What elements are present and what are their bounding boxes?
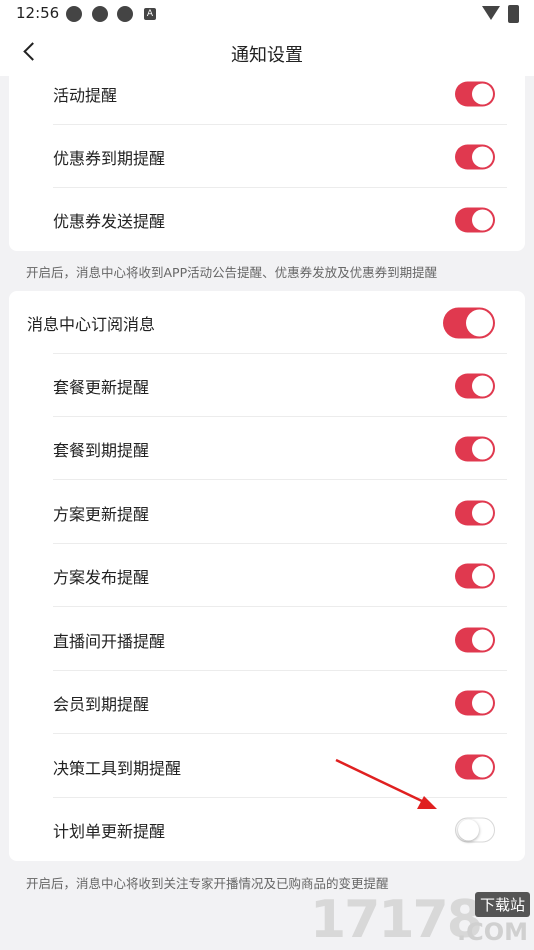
toggle-switch[interactable] — [455, 144, 495, 169]
toggle-switch[interactable] — [455, 627, 495, 652]
toggle-switch[interactable] — [455, 373, 495, 398]
toggle-switch-off[interactable] — [455, 817, 495, 842]
setting-row: 优惠券到期提醒 — [9, 125, 525, 188]
setting-row: 套餐更新提醒 — [9, 354, 525, 417]
toggle-knob — [472, 209, 493, 230]
watermark-digits: 17178 — [310, 890, 483, 950]
toggle-switch[interactable] — [455, 690, 495, 715]
watermark-logo: 17178 下载站 .COM — [306, 888, 534, 950]
toggle-knob — [472, 146, 493, 167]
toggle-knob — [472, 502, 493, 523]
app-icon — [92, 6, 108, 22]
setting-row: 优惠券发送提醒 — [9, 188, 525, 251]
battery-icon — [508, 5, 519, 23]
toggle-knob — [472, 375, 493, 396]
setting-label: 活动提醒 — [53, 85, 118, 105]
status-bar: 12:56 A — [0, 0, 534, 28]
setting-row: 直播间开播提醒 — [9, 608, 525, 671]
toggle-knob — [472, 692, 493, 713]
setting-row: 决策工具到期提醒 — [9, 735, 525, 798]
setting-row: 套餐到期提醒 — [9, 417, 525, 480]
group-hint: 开启后，消息中心将收到APP活动公告提醒、优惠券发放及优惠券到期提醒 — [26, 265, 438, 280]
a-badge-icon: A — [144, 8, 156, 20]
setting-row: 方案发布提醒 — [9, 544, 525, 607]
setting-label: 决策工具到期提醒 — [53, 758, 182, 778]
setting-label: 方案更新提醒 — [53, 504, 150, 524]
setting-row: 计划单更新提醒 — [9, 798, 525, 861]
watermark-badge: 下载站 — [474, 892, 530, 917]
setting-label: 消息中心订阅消息 — [27, 314, 156, 334]
setting-label: 会员到期提醒 — [53, 694, 150, 714]
app-icon — [117, 6, 133, 22]
setting-label: 套餐更新提醒 — [53, 377, 150, 397]
toggle-knob — [458, 819, 479, 840]
divider — [53, 479, 507, 480]
watermark-domain: .COM — [456, 918, 528, 946]
setting-row: 活动提醒 — [9, 62, 525, 125]
toggle-knob — [472, 83, 493, 104]
setting-row: 方案更新提醒 — [9, 481, 525, 544]
toggle-switch[interactable] — [455, 81, 495, 106]
setting-label: 优惠券发送提醒 — [53, 211, 166, 231]
setting-row: 会员到期提醒 — [9, 671, 525, 734]
toggle-switch[interactable] — [455, 563, 495, 588]
toggle-switch[interactable] — [455, 754, 495, 779]
toggle-knob — [472, 438, 493, 459]
toggle-knob — [466, 309, 493, 336]
toggle-knob — [472, 756, 493, 777]
setting-label: 方案发布提醒 — [53, 567, 150, 587]
divider — [53, 733, 507, 734]
toggle-switch[interactable] — [443, 307, 495, 338]
toggle-switch[interactable] — [455, 436, 495, 461]
setting-label: 套餐到期提醒 — [53, 440, 150, 460]
settings-group-subscription: 消息中心订阅消息 套餐更新提醒 套餐到期提醒 方案更新提醒 方案发布提醒 直播间… — [9, 291, 525, 861]
settings-group-activity: 活动提醒 优惠券到期提醒 优惠券发送提醒 — [9, 76, 525, 251]
setting-label: 优惠券到期提醒 — [53, 148, 166, 168]
setting-label: 计划单更新提醒 — [53, 821, 166, 841]
status-time: 12:56 — [16, 4, 60, 22]
app-icon — [66, 6, 82, 22]
toggle-switch[interactable] — [455, 207, 495, 232]
toggle-switch[interactable] — [455, 500, 495, 525]
toggle-knob — [472, 565, 493, 586]
wifi-icon — [482, 6, 500, 20]
setting-label: 直播间开播提醒 — [53, 631, 166, 651]
toggle-knob — [472, 629, 493, 650]
divider — [53, 606, 507, 607]
setting-row-master: 消息中心订阅消息 — [9, 291, 525, 354]
